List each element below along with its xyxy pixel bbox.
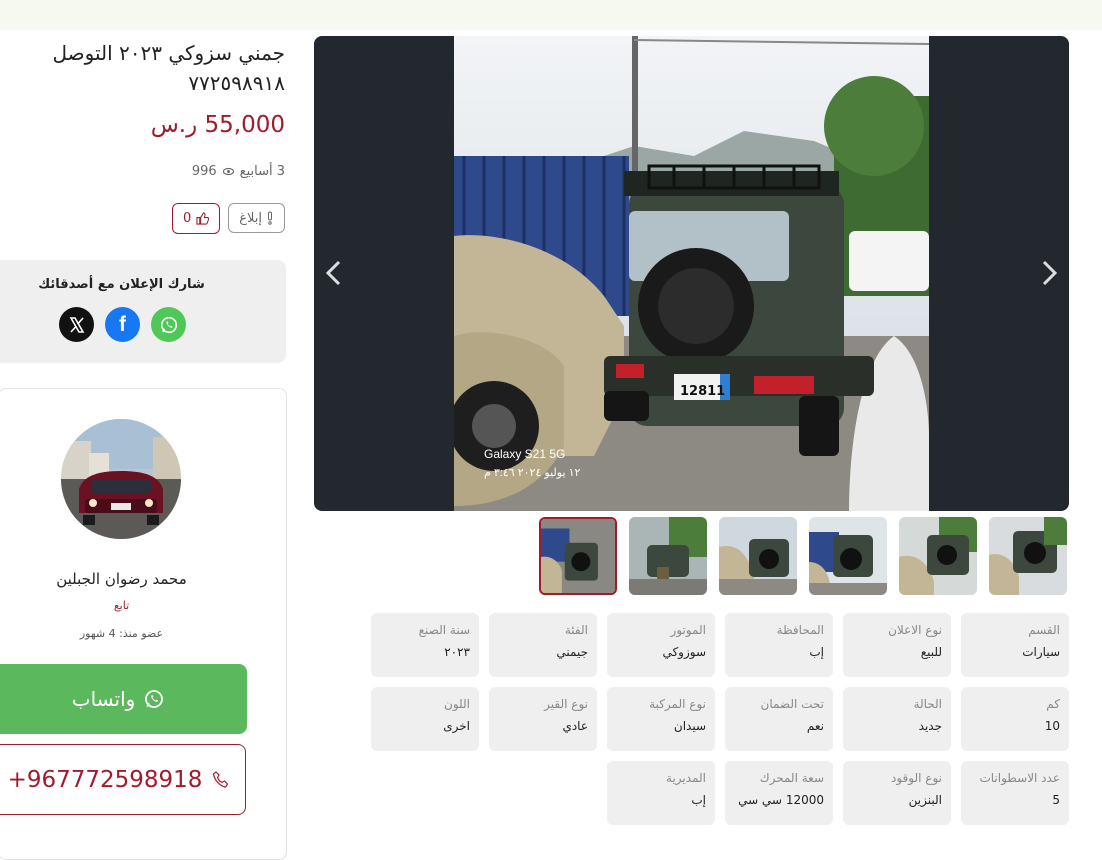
call-button[interactable]: +967772598918 (0, 744, 246, 815)
detail-label: عدد الاسطوانات (979, 771, 1060, 785)
report-label: إبلاغ (239, 210, 262, 226)
detail-label: سعة المحرك (759, 771, 824, 785)
detail-governorate: المحافظة إب (725, 613, 833, 677)
detail-value: 10 (1044, 719, 1060, 733)
detail-label: اللون (444, 697, 470, 711)
photo-caption-date: ١٢ يوليو ٢٠٢٤ ٣:٤٦ م (484, 467, 580, 479)
listing-age: 3 أسابيع (239, 164, 285, 179)
detail-value: سوزوكي (662, 645, 706, 659)
like-button[interactable]: 0 (171, 203, 221, 234)
detail-label: القسم (1028, 623, 1060, 637)
detail-value: ٢٠٢٣ (444, 645, 470, 659)
share-panel: شارك الإعلان مع أصدقائك f (0, 260, 286, 363)
detail-transmission: نوع القير عادي (489, 687, 597, 751)
detail-value: سيارات (1022, 645, 1060, 659)
plate-number: 12811 (680, 384, 725, 399)
detail-label: الحالة (913, 697, 942, 711)
view-count: 996 (191, 164, 217, 179)
detail-body-type: نوع المركبة سيدان (607, 687, 715, 751)
detail-label: الموتور (670, 623, 706, 637)
detail-value: إب (809, 645, 824, 659)
detail-value: اخرى (443, 719, 470, 733)
detail-value: عادي (562, 719, 588, 733)
member-since: عضو منذ: 4 شهور (79, 627, 164, 640)
detail-category: القسم سيارات (961, 613, 1069, 677)
eye-icon (222, 167, 234, 176)
chevron-left-icon (325, 260, 341, 286)
detail-value: نعم (806, 719, 824, 733)
detail-label: سنة الصنع (418, 623, 470, 637)
listing-price: 55,000 ر.س (150, 112, 285, 138)
listing-title: جمني سزوكي ٢٠٢٣ التوصل ٧٧٢٥٩٨٩١٨ (52, 41, 285, 95)
chevron-right-icon (1042, 260, 1058, 286)
detail-engine-size: سعة المحرك 12000 سي سي (725, 761, 833, 825)
alert-icon (268, 211, 272, 225)
detail-condition: الحالة جديد (843, 687, 951, 751)
detail-value: جديد (918, 719, 942, 733)
avatar[interactable] (61, 419, 181, 539)
whatsapp-label: واتساب (71, 687, 136, 711)
detail-label: نوع الاعلان (888, 623, 942, 637)
detail-label: المديرية (666, 771, 706, 785)
x-icon[interactable] (59, 307, 94, 342)
detail-label: كم (1046, 697, 1060, 711)
detail-value: إب (691, 793, 706, 807)
photo-gallery: 12811 Galaxy S21 5G ١٢ يوليو ٢٠٢٤ ٣:٤٦ م (314, 36, 1069, 511)
phone-icon (213, 770, 229, 788)
detail-value: سيدان (673, 719, 706, 733)
thumbnail-strip (539, 517, 1067, 595)
next-photo-button[interactable] (1035, 258, 1065, 288)
whatsapp-icon (145, 690, 164, 708)
detail-label: نوع المركبة (649, 697, 706, 711)
facebook-icon[interactable]: f (105, 307, 140, 342)
main-photo[interactable]: 12811 Galaxy S21 5G ١٢ يوليو ٢٠٢٤ ٣:٤٦ م (454, 36, 929, 511)
detail-label: نوع القير (544, 697, 588, 711)
follow-link[interactable]: تابع (0, 599, 244, 612)
detail-mileage: كم 10 (961, 687, 1069, 751)
detail-fuel: نوع الوقود البنزين (843, 761, 951, 825)
detail-cylinders: عدد الاسطوانات 5 (961, 761, 1069, 825)
report-button[interactable]: إبلاغ (228, 203, 285, 233)
detail-color: اللون اخرى (371, 687, 479, 751)
detail-label: نوع الوقود (891, 771, 942, 785)
phone-number: +967772598918 (7, 766, 203, 793)
top-bar (0, 0, 1102, 30)
like-count: 0 (182, 211, 192, 226)
seller-name: محمد رضوان الجبلين (56, 570, 187, 588)
listing-meta: 3 أسابيع 996 (192, 164, 285, 179)
thumbnail[interactable] (539, 517, 617, 595)
thumbnail[interactable] (809, 517, 887, 595)
detail-warranty: تحت الضمان نعم (725, 687, 833, 751)
thumbs-up-icon (196, 212, 210, 225)
detail-year: سنة الصنع ٢٠٢٣ (371, 613, 479, 677)
detail-value: للبيع (920, 645, 942, 659)
prev-photo-button[interactable] (318, 258, 348, 288)
detail-value: 12000 سي سي (738, 793, 824, 807)
share-title: شارك الإعلان مع أصدقائك (38, 277, 205, 292)
detail-model: الفئة جيمني (489, 613, 597, 677)
detail-value: 5 (1052, 793, 1060, 807)
action-row: إبلاغ 0 (171, 203, 285, 234)
whatsapp-icon[interactable] (151, 307, 186, 342)
thumbnail[interactable] (629, 517, 707, 595)
thumbnail[interactable] (989, 517, 1067, 595)
whatsapp-button[interactable]: واتساب (0, 664, 247, 734)
thumbnail[interactable] (899, 517, 977, 595)
detail-label: المحافظة (776, 623, 824, 637)
thumbnail[interactable] (719, 517, 797, 595)
detail-label: الفئة (564, 623, 588, 637)
detail-make: الموتور سوزوكي (607, 613, 715, 677)
detail-ad-type: نوع الاعلان للبيع (843, 613, 951, 677)
detail-value: جيمني (556, 645, 588, 659)
detail-value: البنزين (908, 793, 942, 807)
detail-district: المديرية إب (607, 761, 715, 825)
detail-label: تحت الضمان (760, 697, 825, 711)
photo-caption-device: Galaxy S21 5G (484, 447, 565, 461)
